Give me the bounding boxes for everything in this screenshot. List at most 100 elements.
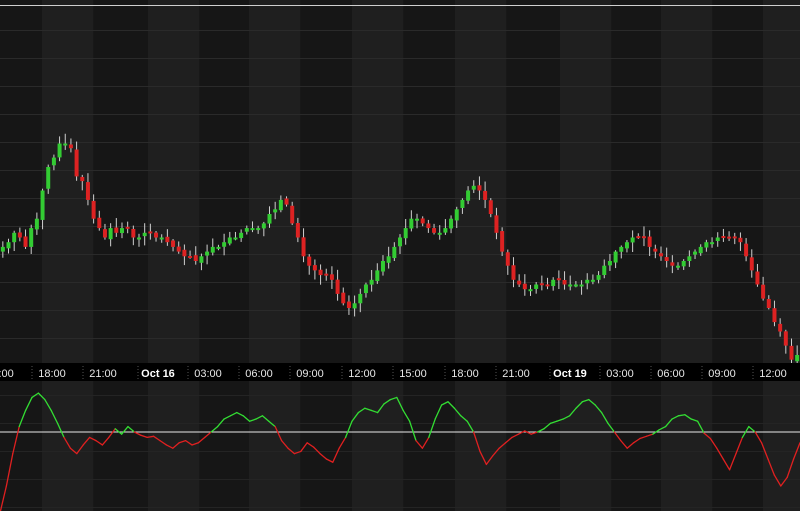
x-tick-label: 15:00 xyxy=(399,368,427,380)
candle-body xyxy=(687,256,692,262)
candle-body xyxy=(766,298,771,308)
candle-body xyxy=(341,292,346,304)
candle-body xyxy=(131,228,136,238)
candle-body xyxy=(602,265,607,276)
candle-body xyxy=(789,345,794,360)
candle-body xyxy=(29,228,34,247)
candle-body xyxy=(738,237,743,243)
candle-body xyxy=(585,279,590,284)
candle-body xyxy=(670,262,675,266)
candle-body xyxy=(222,242,227,247)
candle-body xyxy=(437,232,442,235)
candle-body xyxy=(346,301,351,308)
candle-body xyxy=(630,237,635,243)
candle-body xyxy=(363,284,368,294)
candle-body xyxy=(250,228,255,231)
candle-body xyxy=(108,228,113,240)
candle-body xyxy=(97,217,102,229)
candle-body xyxy=(182,249,187,257)
candle-body xyxy=(607,261,612,266)
candle-body xyxy=(432,228,437,233)
candle-body xyxy=(727,236,732,239)
candle-body xyxy=(698,246,703,254)
x-tick-label: Oct 16 xyxy=(141,368,175,380)
candle-body xyxy=(528,289,533,292)
candle-body xyxy=(653,248,658,252)
candle-body xyxy=(12,232,17,243)
candle-body xyxy=(658,253,663,257)
candle-body xyxy=(500,231,505,252)
candle-body xyxy=(216,246,221,249)
candle-body xyxy=(51,157,56,166)
candle-body xyxy=(119,228,124,234)
candle-body xyxy=(137,237,142,240)
candle-body xyxy=(17,232,22,238)
x-tick-label: 15:00 xyxy=(0,368,14,380)
candle-body xyxy=(483,190,488,200)
candle-body xyxy=(613,251,618,263)
candle-body xyxy=(488,200,493,214)
background-band xyxy=(249,0,301,511)
candle-body xyxy=(420,218,425,224)
candle-body xyxy=(778,323,783,332)
candle-body xyxy=(426,223,431,229)
candle-body xyxy=(312,265,317,271)
candle-body xyxy=(284,198,289,205)
candle-body xyxy=(256,228,261,231)
candle-body xyxy=(154,232,159,238)
candle-body xyxy=(596,275,601,280)
candle-body xyxy=(46,167,51,189)
x-tick-label: 12:00 xyxy=(348,368,376,380)
candle-body xyxy=(57,143,62,158)
candle-body xyxy=(732,236,737,239)
candle-body xyxy=(761,284,766,299)
candle-body xyxy=(477,185,482,191)
candle-body xyxy=(409,218,414,229)
candle-body xyxy=(125,226,130,229)
candle-body xyxy=(171,240,176,247)
candle-body xyxy=(749,257,754,271)
candle-body xyxy=(335,279,340,294)
candle-body xyxy=(624,242,629,249)
candle-body xyxy=(454,209,459,221)
candle-body xyxy=(693,251,698,255)
x-tick-label: 09:00 xyxy=(708,368,736,380)
candle-body xyxy=(233,237,238,240)
candle-body xyxy=(261,223,266,229)
candle-body xyxy=(267,214,272,224)
x-tick-label: 09:00 xyxy=(296,368,324,380)
candle-body xyxy=(539,283,544,286)
candle-body xyxy=(6,242,11,249)
candle-body xyxy=(358,293,363,304)
candle-body xyxy=(386,256,391,263)
x-tick-label: 06:00 xyxy=(657,368,685,380)
candle-body xyxy=(392,246,397,259)
chart-canvas: 15:00 18:00 21:00 Oct 16 03:00 06:00 09:00 12:0… xyxy=(0,0,800,511)
candle-body xyxy=(329,274,334,280)
candle-body xyxy=(398,237,402,247)
x-tick-label: 21:00 xyxy=(89,368,117,380)
candle-body xyxy=(710,242,715,245)
candle-body xyxy=(545,284,550,287)
candle-body xyxy=(681,261,686,267)
background-bands xyxy=(0,0,800,511)
x-tick-label: 03:00 xyxy=(606,368,634,380)
candle-body xyxy=(369,279,374,285)
candle-body xyxy=(40,190,45,220)
candle-body xyxy=(522,283,527,290)
candle-body xyxy=(647,236,652,247)
candle-body xyxy=(352,303,357,309)
candle-body xyxy=(380,261,385,272)
candle-body xyxy=(375,270,380,282)
candle-body xyxy=(568,284,573,287)
candle-body xyxy=(511,265,516,280)
candle-body xyxy=(641,236,646,239)
candle-body xyxy=(63,143,68,146)
candle-body xyxy=(114,227,119,233)
candle-body xyxy=(324,273,329,276)
candle-body xyxy=(239,232,244,239)
candle-body xyxy=(278,199,283,211)
candle-body xyxy=(210,246,215,253)
background-band xyxy=(763,0,800,511)
candle-body xyxy=(176,246,181,252)
